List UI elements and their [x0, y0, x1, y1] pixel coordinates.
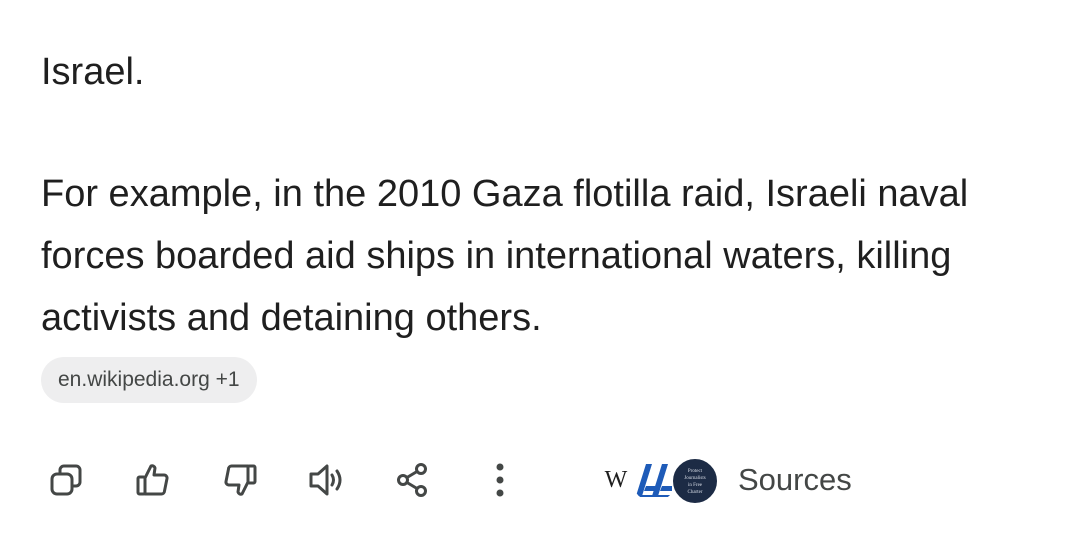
source-chip[interactable]: en.wikipedia.org +1: [41, 357, 257, 403]
more-vertical-icon: [496, 463, 504, 497]
more-options-button[interactable]: [476, 456, 524, 504]
thumbs-up-button[interactable]: [129, 456, 177, 504]
svg-text:in Free: in Free: [688, 483, 703, 488]
share-icon: [397, 463, 427, 497]
svg-text:Journalists: Journalists: [684, 476, 705, 481]
share-button[interactable]: [388, 456, 436, 504]
wikipedia-letter: W: [604, 466, 628, 493]
speaker-icon: [309, 464, 342, 496]
source-favicons: W Protect Journalists in Free Charter: [594, 454, 724, 506]
chat-response-view: Israel. For example, in the 2010 Gaza fl…: [0, 0, 1080, 540]
sources-label: Sources: [738, 462, 852, 497]
svg-text:Protect: Protect: [688, 469, 703, 474]
anadolu-agency-logo: [634, 464, 674, 497]
press-freedom-org-favicon: Protect Journalists in Free Charter: [672, 458, 718, 504]
read-aloud-button[interactable]: [302, 456, 350, 504]
press-freedom-org-logo: Protect Journalists in Free Charter: [684, 469, 705, 495]
anadolu-agency-favicon: [632, 458, 676, 502]
thumbs-up-icon: [136, 464, 169, 496]
svg-text:Charter: Charter: [688, 490, 703, 495]
sources-button[interactable]: W Protect Journalists in Free Charter So…: [594, 454, 852, 506]
copy-icon: [50, 464, 82, 496]
copy-button[interactable]: [42, 456, 90, 504]
response-paragraph: Israel.: [41, 51, 145, 93]
response-action-bar: W Protect Journalists in Free Charter So…: [0, 450, 1080, 510]
thumbs-down-button[interactable]: [216, 456, 264, 504]
thumbs-down-icon: [224, 464, 257, 496]
response-paragraph: For example, in the 2010 Gaza flotilla r…: [41, 173, 969, 339]
